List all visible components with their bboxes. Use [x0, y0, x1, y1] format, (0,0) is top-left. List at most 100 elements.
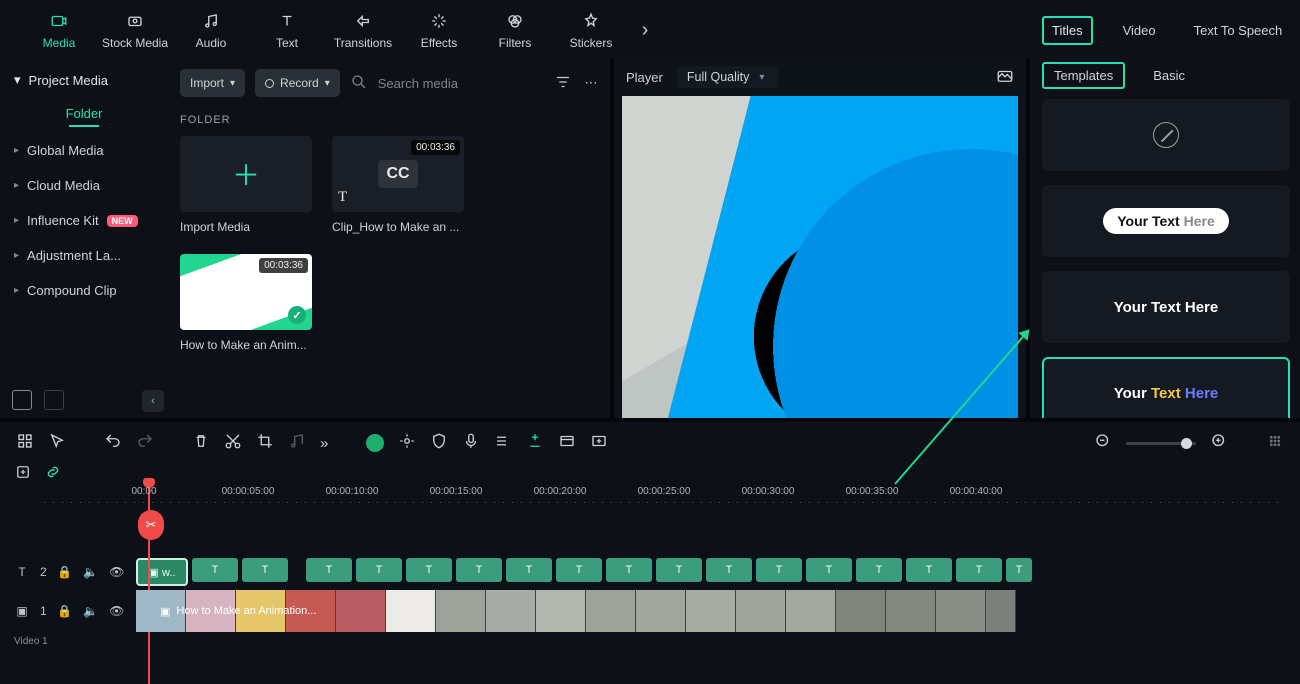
title-clip[interactable]: T [192, 558, 238, 582]
sidebar-collapse-icon[interactable]: ‹ [142, 390, 164, 412]
sidebar-item-cloud[interactable]: ▸Cloud Media [4, 168, 164, 203]
music-icon[interactable] [288, 432, 306, 454]
title-clip[interactable]: T [506, 558, 552, 582]
nav-tab-audio[interactable]: Audio [176, 6, 246, 54]
link-icon[interactable] [44, 463, 62, 484]
title-clip[interactable]: T [406, 558, 452, 582]
template-plain[interactable]: Your Text Here [1042, 271, 1290, 343]
cut-icon[interactable] [224, 432, 242, 454]
add-icon[interactable] [590, 432, 608, 454]
record-button[interactable]: Record ▾ [255, 69, 340, 97]
media-tile-anim[interactable]: 00:03:36 How to Make an Anim... [180, 254, 312, 352]
title-clip-selected[interactable]: ▣ w.. [136, 558, 188, 586]
subtab-templates[interactable]: Templates [1042, 62, 1125, 89]
crop-icon[interactable] [256, 432, 274, 454]
tile-caption: Import Media [180, 212, 312, 234]
more-tools-icon[interactable]: » [320, 435, 328, 452]
eye-icon[interactable]: 👁 [109, 565, 125, 579]
nav-label: Effects [421, 36, 457, 50]
nav-tab-effects[interactable]: Effects [404, 6, 474, 54]
zoom-slider[interactable] [1126, 442, 1196, 445]
marker-icon[interactable] [526, 432, 544, 454]
title-clip[interactable]: T [906, 558, 952, 582]
tab-video[interactable]: Video [1115, 18, 1164, 43]
tab-tts[interactable]: Text To Speech [1186, 18, 1291, 43]
nav-tab-stock[interactable]: Stock Media [100, 6, 170, 54]
more-icon[interactable]: ⋯ [582, 75, 600, 91]
text-icon: T [338, 189, 347, 206]
ruler-mark: 00:00:35:00 [846, 486, 899, 497]
template-pill[interactable]: Your Text Here [1042, 185, 1290, 257]
title-clip[interactable]: T [556, 558, 602, 582]
nav-tab-media[interactable]: Media [24, 6, 94, 54]
title-clip[interactable]: T [356, 558, 402, 582]
title-clip[interactable]: T [706, 558, 752, 582]
redo-icon[interactable] [136, 432, 154, 454]
nav-tab-filters[interactable]: Filters [480, 6, 550, 54]
nav-more-chevron-icon[interactable]: › [632, 6, 658, 54]
track-add-icon[interactable] [14, 463, 32, 484]
search-media[interactable]: Search media [350, 73, 544, 94]
title-clip[interactable]: T [856, 558, 902, 582]
select-icon[interactable] [48, 432, 66, 454]
snapshot-icon[interactable] [996, 67, 1014, 88]
title-clip[interactable]: T [606, 558, 652, 582]
sidebar-item-influence[interactable]: ▸Influence KitNEW [4, 203, 164, 238]
media-tile-cc[interactable]: 00:03:36 CC T Clip_How to Make an ... [332, 136, 464, 234]
project-media-header[interactable]: ▾ Project Media [4, 64, 164, 96]
frame-icon[interactable] [558, 432, 576, 454]
stickers-icon [582, 10, 600, 32]
nav-tab-text[interactable]: Text [252, 6, 322, 54]
mute-icon[interactable]: 🔈 [83, 565, 99, 579]
subtab-basic[interactable]: Basic [1143, 64, 1195, 87]
undo-icon[interactable] [104, 432, 122, 454]
timeline-ruler[interactable]: 00:00 00:00:05:00 00:00:10:00 00:00:15:0… [44, 486, 1286, 516]
chevron-right-icon: ▸ [14, 215, 19, 226]
sidebar-item-label: Compound Clip [27, 283, 117, 298]
zoom-out-icon[interactable] [1094, 432, 1112, 454]
mute-icon[interactable]: 🔈 [83, 604, 99, 618]
list-icon[interactable] [494, 432, 512, 454]
title-track-icon[interactable]: T [14, 565, 30, 579]
sidebar-item-adjustment[interactable]: ▸Adjustment La... [4, 238, 164, 273]
title-clip[interactable]: T [956, 558, 1002, 582]
mic-icon[interactable] [462, 432, 480, 454]
new-folder-icon[interactable] [12, 390, 32, 410]
layout-icon[interactable] [16, 432, 34, 454]
title-clip[interactable]: T [656, 558, 702, 582]
nav-label: Stock Media [102, 36, 168, 50]
chevron-right-icon: ▸ [14, 145, 19, 156]
nav-tab-stickers[interactable]: Stickers [556, 6, 626, 54]
sidebar-item-global[interactable]: ▸Global Media [4, 133, 164, 168]
eye-icon[interactable]: 👁 [109, 604, 125, 618]
title-clip[interactable]: T [806, 558, 852, 582]
import-button[interactable]: Import ▾ [180, 69, 245, 97]
zoom-in-icon[interactable] [1210, 432, 1228, 454]
lock-icon[interactable]: 🔒 [57, 604, 73, 618]
sparkle-icon[interactable] [398, 432, 416, 454]
title-clips[interactable]: ▣ w.. T T T T T T T T T T T T T T T T T [136, 558, 1032, 586]
delete-icon[interactable] [192, 432, 210, 454]
folder-icon[interactable] [44, 390, 64, 410]
lock-icon[interactable]: 🔒 [57, 565, 73, 579]
filter-icon[interactable] [554, 73, 572, 94]
nav-tab-transitions[interactable]: Transitions [328, 6, 398, 54]
import-media-tile[interactable]: ＋ Import Media [180, 136, 312, 234]
video-track-icon[interactable]: ▣ [14, 604, 30, 618]
title-clip[interactable]: T [306, 558, 352, 582]
duration-badge: 00:03:36 [259, 258, 308, 273]
ai-icon[interactable] [366, 434, 384, 452]
template-none[interactable] [1042, 99, 1290, 171]
tab-titles[interactable]: Titles [1042, 16, 1093, 45]
folder-tab[interactable]: Folder [4, 96, 164, 133]
chevron-down-icon: ▾ [759, 72, 764, 83]
title-clip[interactable]: T [456, 558, 502, 582]
quality-select[interactable]: Full Quality ▾ [677, 66, 779, 88]
title-clip[interactable]: T [756, 558, 802, 582]
title-clip[interactable]: T [242, 558, 288, 582]
split-marker-icon[interactable]: ✂ [138, 510, 164, 540]
title-clip[interactable]: T [1006, 558, 1032, 582]
grid-icon[interactable] [1266, 432, 1284, 454]
sidebar-item-compound[interactable]: ▸Compound Clip [4, 273, 164, 308]
shield-icon[interactable] [430, 432, 448, 454]
